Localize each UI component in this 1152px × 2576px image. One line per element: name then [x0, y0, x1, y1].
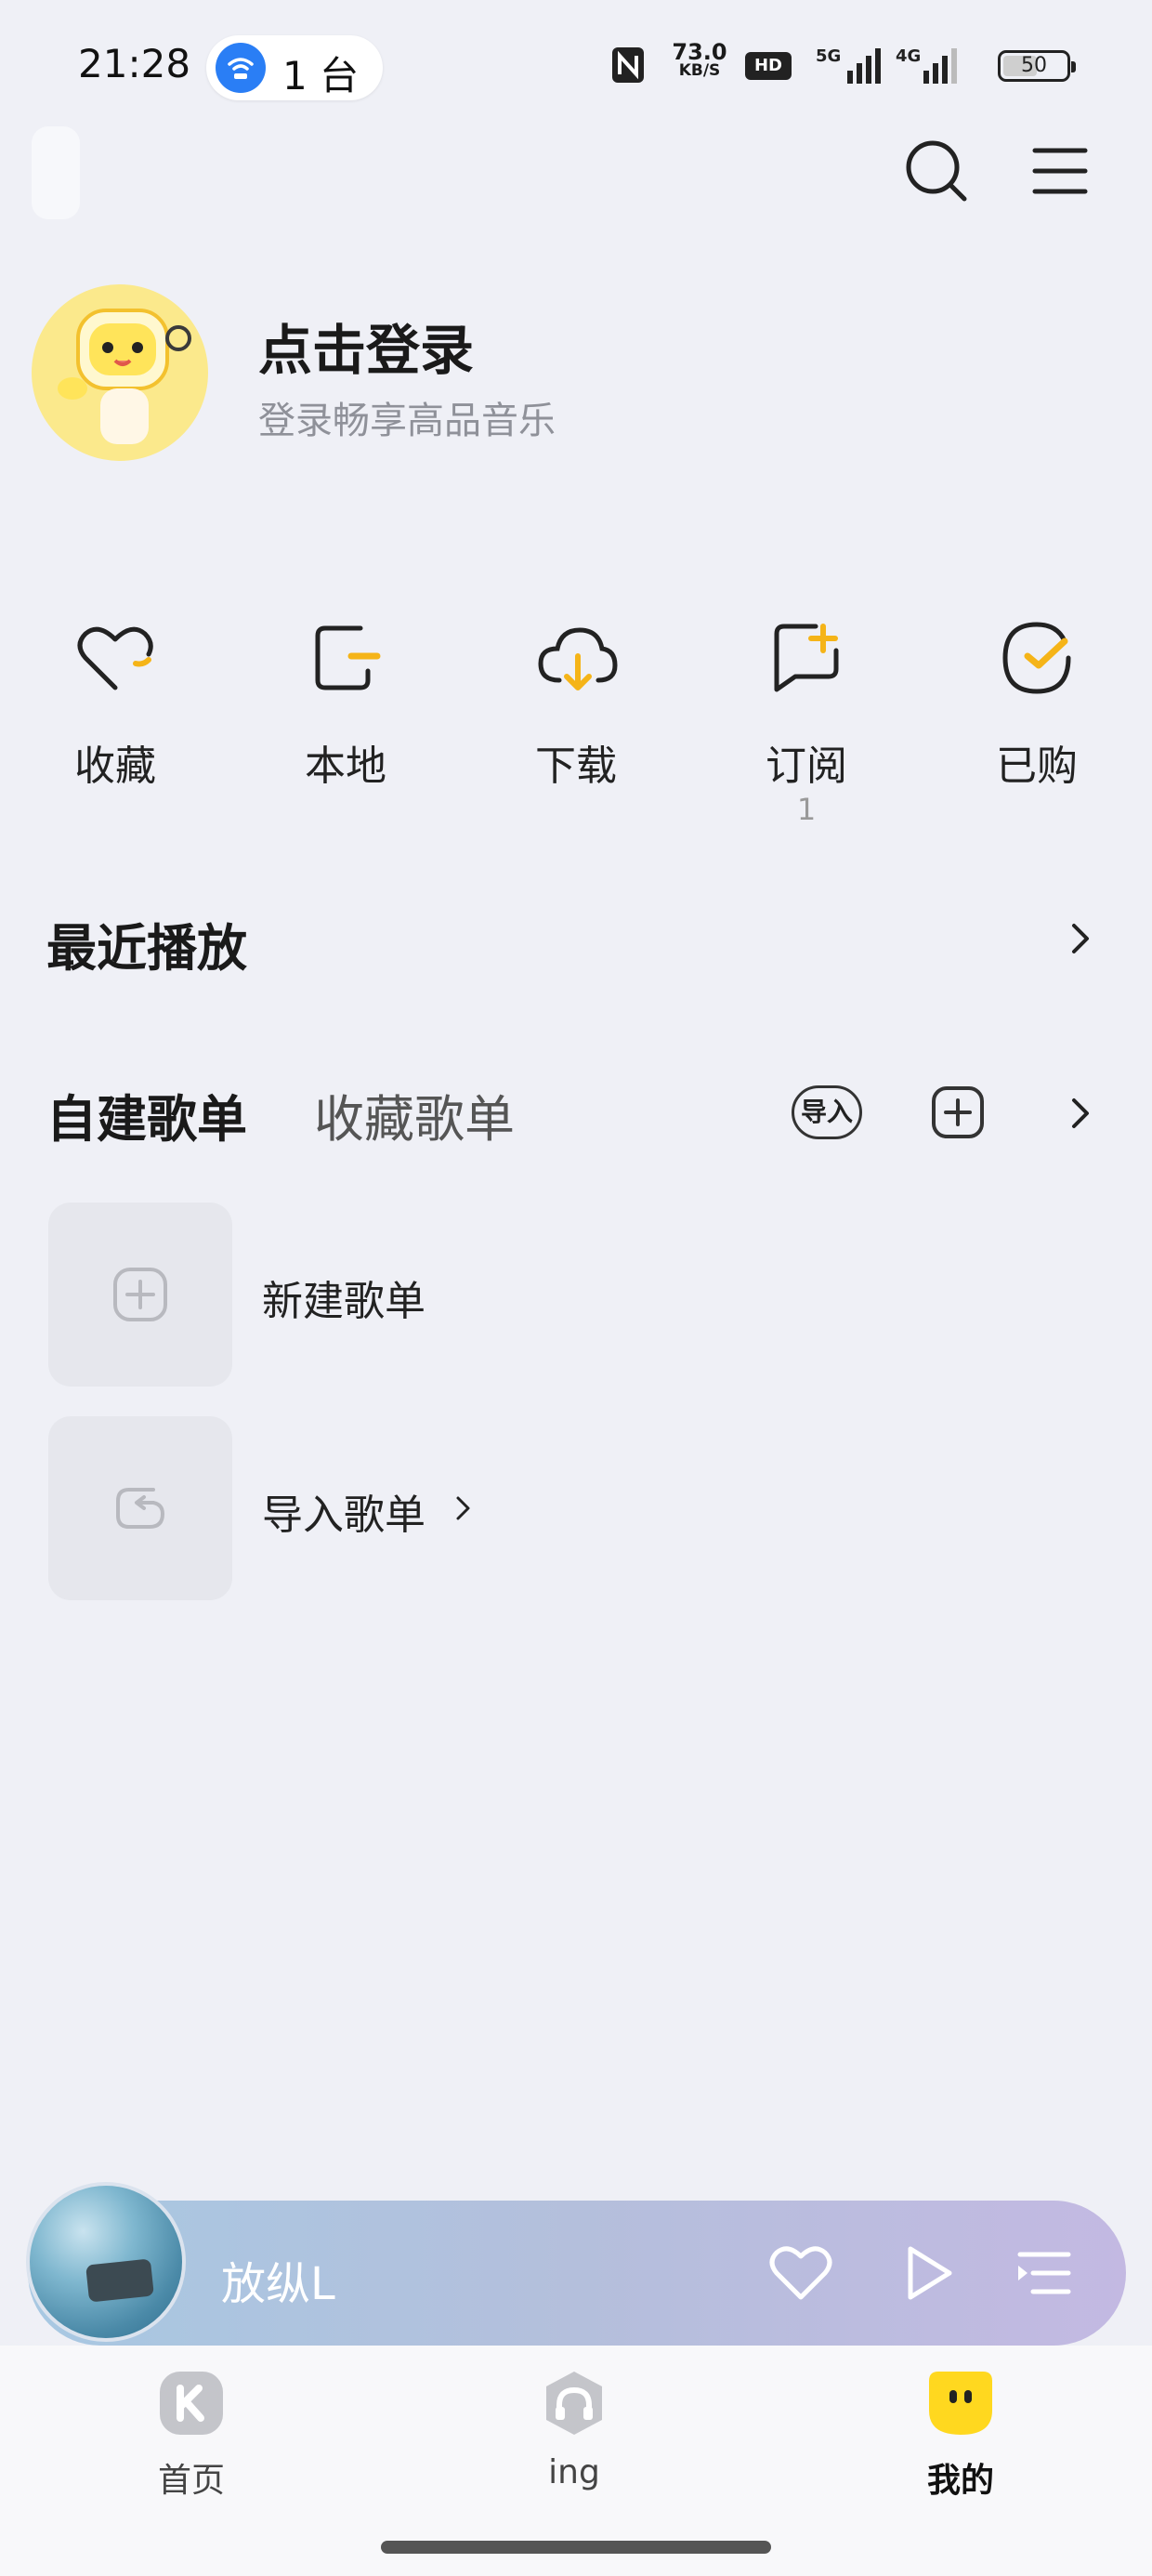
login-title[interactable]: 点击登录 [258, 307, 474, 385]
import-icon [116, 1488, 165, 1529]
home-indicator[interactable] [381, 2541, 771, 2554]
signal-4g-icon: 4G [896, 45, 964, 89]
list-item-label: 导入歌单 [262, 1492, 425, 1539]
tab-my-playlists[interactable]: 自建歌单 [46, 1078, 247, 1151]
nav-label: 我的 [926, 2462, 994, 2500]
playlist-queue-icon[interactable] [1007, 2236, 1081, 2310]
quick-subscribe[interactable]: 订阅 1 [713, 613, 899, 836]
quick-favorites[interactable]: 收藏 [22, 613, 208, 836]
chevron-right-icon[interactable] [1063, 920, 1100, 957]
status-bar: 21:28 1 台 73.0 KB/S HD 5G 4G 50 [0, 0, 1152, 139]
svg-text:4G: 4G [896, 46, 921, 66]
cast-devices-pill[interactable]: 1 台 [206, 35, 383, 100]
quick-label: 订阅 [766, 743, 847, 790]
mascot-avatar-icon [58, 309, 191, 444]
list-item-label: 新建歌单 [262, 1278, 425, 1325]
heart-outline-icon[interactable] [764, 2236, 838, 2310]
album-cover[interactable] [26, 2182, 186, 2342]
quick-label: 收藏 [74, 743, 156, 790]
list-item-import-playlist[interactable]: 导入歌单 [48, 1416, 1107, 1602]
tab-collected-playlists[interactable]: 收藏歌单 [314, 1078, 515, 1151]
recent-title[interactable]: 最近播放 [46, 907, 247, 980]
home-k-icon [160, 2372, 223, 2435]
quick-local[interactable]: 本地 [253, 613, 439, 836]
playlist-thumb [48, 1203, 232, 1387]
cast-count: 1 台 [282, 53, 360, 99]
status-time: 21:28 [78, 41, 191, 86]
search-icon [906, 140, 967, 202]
plus-square-icon [113, 1268, 167, 1321]
headphones-icon [546, 2372, 602, 2435]
chevron-right-icon [456, 1496, 470, 1520]
playlist-thumb [48, 1416, 232, 1600]
check-circle-icon [1002, 622, 1071, 694]
heart-icon [77, 626, 153, 690]
cloud-download-icon [538, 627, 618, 690]
hamburger-menu-icon [1032, 148, 1088, 194]
quick-label: 已购 [996, 743, 1078, 790]
hd-volte-badge: HD [745, 52, 792, 80]
list-item-new-playlist[interactable]: 新建歌单 [48, 1203, 1107, 1388]
nfc-icon [611, 46, 645, 87]
side-drawer-handle[interactable] [32, 126, 80, 219]
bookmark-add-icon [774, 624, 839, 692]
quick-label: 本地 [305, 743, 386, 790]
nav-home[interactable]: 首页 [98, 2370, 284, 2518]
search-button[interactable] [899, 134, 974, 208]
quick-purchased[interactable]: 已购 [944, 613, 1130, 836]
mine-face-icon [929, 2372, 992, 2435]
nav-label: 首页 [157, 2462, 225, 2500]
song-title[interactable]: 放纵L [221, 2247, 335, 2312]
quick-label: 下载 [535, 743, 617, 790]
quick-download[interactable]: 下载 [483, 613, 669, 836]
nav-label: ing [548, 2453, 600, 2491]
add-playlist-icon[interactable] [931, 1085, 985, 1139]
phone-local-icon [315, 625, 381, 690]
nav-ing[interactable]: ing [481, 2370, 667, 2518]
menu-button[interactable] [1022, 134, 1096, 208]
nav-mine[interactable]: 我的 [868, 2370, 1054, 2518]
net-speed: 73.0 KB/S [672, 39, 727, 80]
play-icon[interactable] [890, 2236, 964, 2310]
svg-text:5G: 5G [816, 46, 841, 66]
signal-5g-icon: 5G [816, 45, 884, 89]
wifi-cast-icon [216, 43, 266, 93]
chevron-right-icon[interactable] [1063, 1095, 1100, 1132]
import-button[interactable]: 导入 [792, 1085, 862, 1139]
subscribe-count: 1 [796, 792, 817, 827]
avatar[interactable] [32, 284, 208, 461]
battery-icon: 50 [998, 50, 1076, 82]
login-subtitle: 登录畅享高品音乐 [258, 400, 556, 442]
